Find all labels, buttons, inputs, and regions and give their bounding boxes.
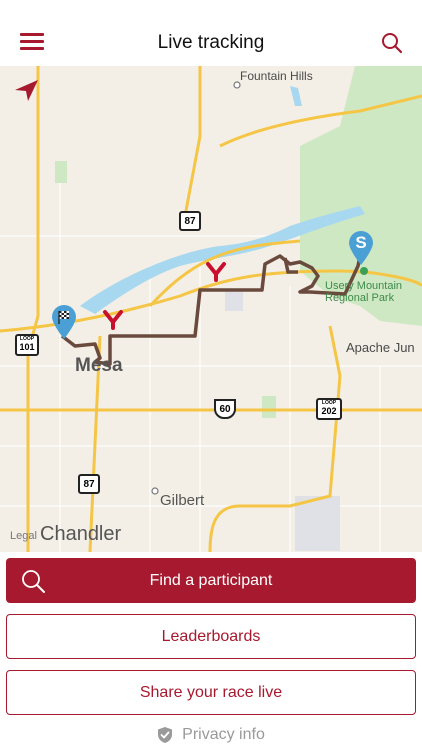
shield-check-icon — [158, 727, 173, 743]
find-participant-button[interactable]: Find a participant — [6, 558, 416, 603]
shield-loop101-number: 101 — [19, 342, 35, 352]
label-fountain-hills: Fountain Hills — [240, 69, 313, 83]
shield-loop101: LOOP 101 — [15, 334, 39, 356]
privacy-info-label: Privacy info — [182, 726, 265, 743]
page-title: Live tracking — [157, 32, 265, 53]
shield-loop202: LOOP 202 — [316, 398, 342, 420]
shield-loop202-number: 202 — [321, 406, 337, 416]
label-apache-junction: Apache Jun — [346, 340, 415, 355]
share-race-button[interactable]: Share your race live — [6, 670, 416, 715]
find-participant-label: Find a participant — [149, 571, 273, 589]
shield-us60: 60 — [214, 399, 236, 419]
label-usery-line1: Usery Mountain — [325, 280, 403, 292]
map-view[interactable]: Fountain Hills Usery Mountain Regional P… — [0, 66, 422, 552]
finish-marker[interactable] — [50, 304, 78, 340]
privacy-info-link[interactable]: Privacy info — [0, 725, 422, 745]
participant-marker-icon[interactable] — [205, 260, 227, 282]
leaderboards-button[interactable]: Leaderboards — [6, 614, 416, 659]
start-marker[interactable]: S — [347, 230, 375, 266]
search-icon[interactable] — [380, 31, 404, 55]
label-usery-line2: Regional Park — [325, 292, 395, 304]
legal-link[interactable]: Legal — [10, 530, 37, 542]
shield-az87-south: 87 — [78, 474, 100, 494]
label-gilbert: Gilbert — [160, 492, 205, 509]
label-usery-park: Usery Mountain Regional Park — [325, 280, 402, 304]
search-icon — [22, 570, 45, 593]
app-header: Live tracking — [0, 0, 422, 66]
participant-marker-icon[interactable] — [102, 308, 124, 330]
label-mesa: Mesa — [75, 355, 123, 376]
checkered-flag-icon — [52, 305, 76, 339]
share-race-label: Share your race live — [139, 683, 283, 701]
shield-az87-north: 87 — [179, 211, 201, 231]
label-chandler: Chandler — [40, 523, 122, 545]
leaderboards-label: Leaderboards — [161, 627, 261, 645]
start-marker-label: S — [355, 233, 367, 252]
